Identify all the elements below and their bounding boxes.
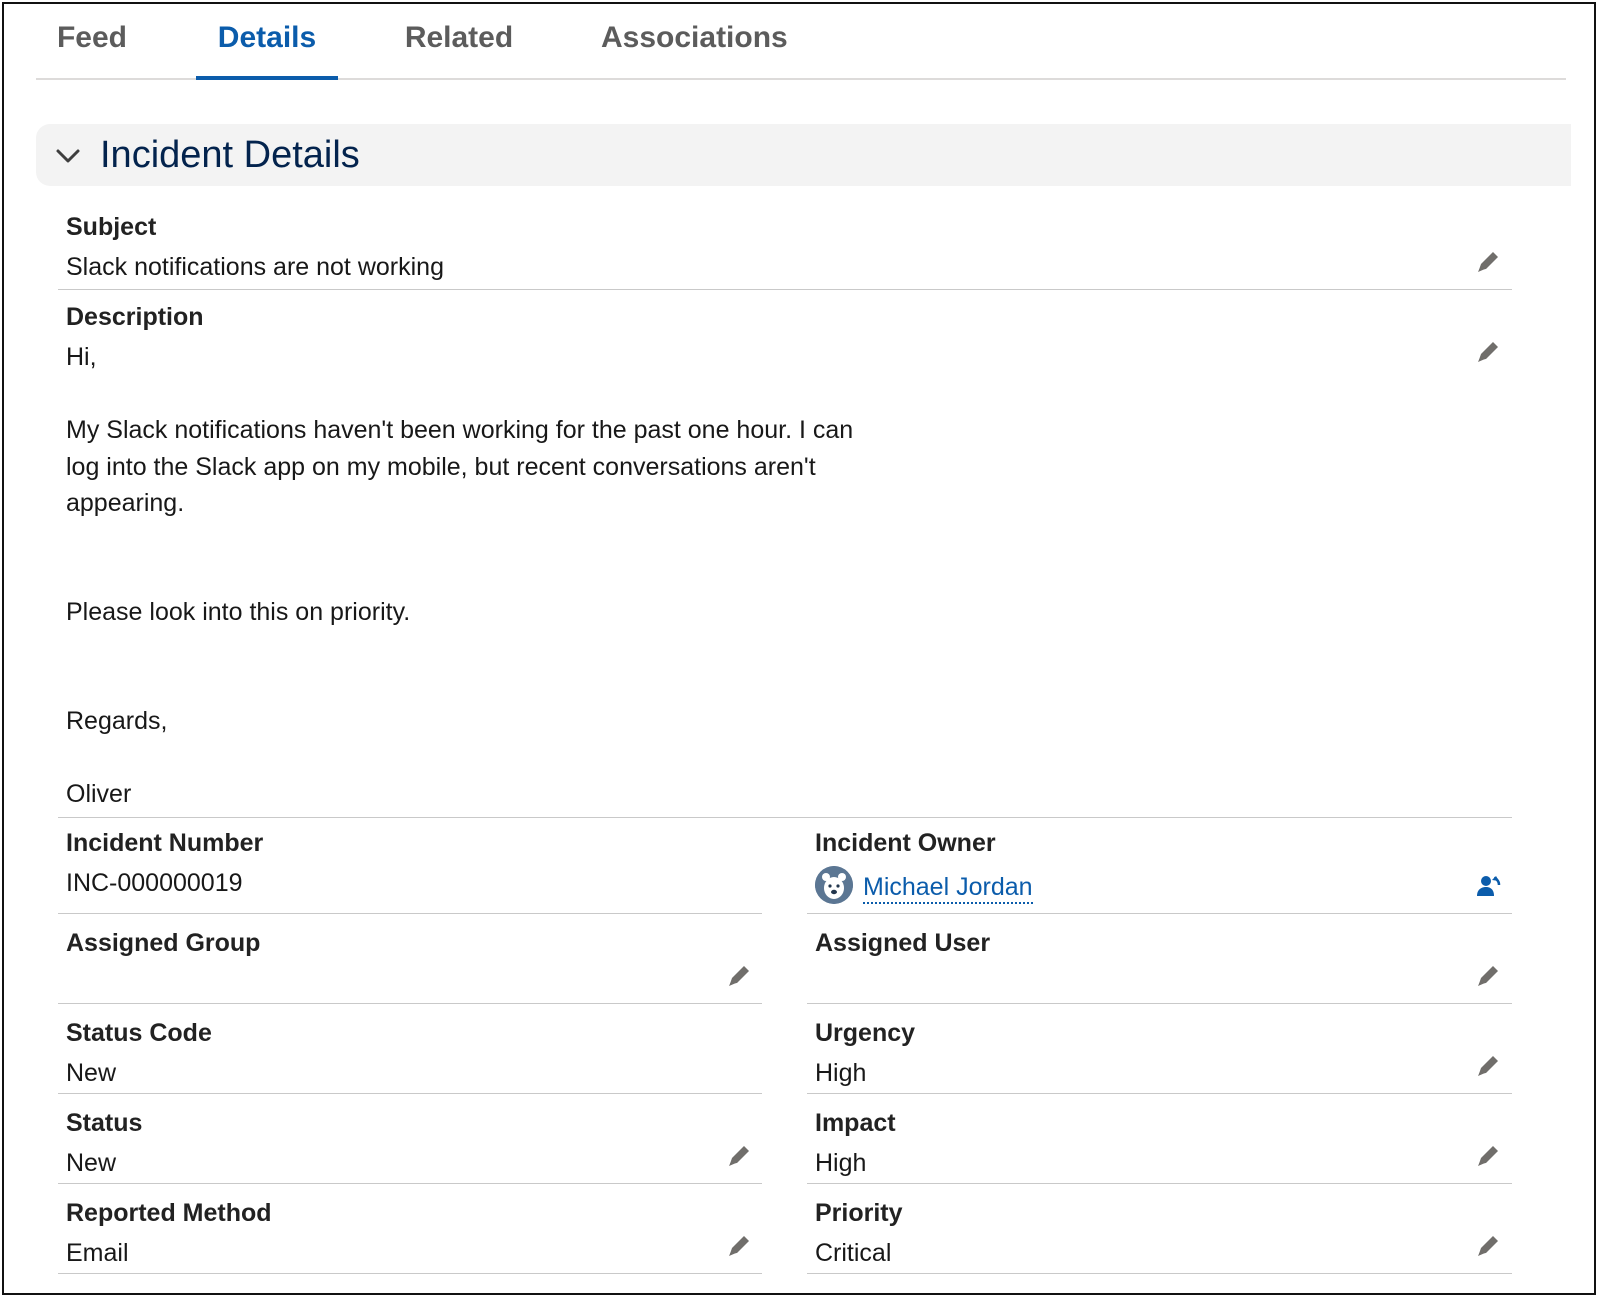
pencil-icon[interactable] <box>725 1142 753 1170</box>
pencil-icon[interactable] <box>1474 1052 1502 1080</box>
field-value: Slack notifications are not working <box>66 253 444 281</box>
field-value: INC-000000019 <box>66 869 243 897</box>
incident-details-section-header[interactable]: Incident Details <box>36 124 1571 186</box>
field-value: High <box>815 1059 867 1087</box>
tab-associations[interactable]: Associations <box>601 18 788 74</box>
tab-bar: Feed Details Related Associations <box>36 4 1566 80</box>
field-value: Email <box>66 1239 129 1267</box>
tab-feed[interactable]: Feed <box>56 18 128 74</box>
field-reported-method: Reported Method Email <box>58 1188 762 1274</box>
field-impact: Impact High <box>807 1098 1512 1184</box>
field-urgency: Urgency High <box>807 1008 1512 1094</box>
field-value: High <box>815 1149 867 1177</box>
field-incident-owner: Incident Owner Michael Jordan <box>807 822 1512 914</box>
change-owner-icon[interactable] <box>1474 872 1502 900</box>
field-status: Status New <box>58 1098 762 1184</box>
description-line: My Slack notifications haven't been work… <box>66 416 854 444</box>
pencil-icon[interactable] <box>1474 248 1502 276</box>
field-label: Incident Number <box>66 829 264 857</box>
field-value: New <box>66 1149 117 1177</box>
pencil-icon[interactable] <box>1474 1142 1502 1170</box>
description-line: log into the Slack app on my mobile, but… <box>66 453 816 481</box>
field-description: Description Hi, My Slack notifications h… <box>58 294 1512 818</box>
field-label: Urgency <box>815 1019 916 1047</box>
tab-related[interactable]: Related <box>404 18 514 74</box>
field-label: Assigned User <box>815 929 991 957</box>
field-subject: Subject Slack notifications are not work… <box>58 204 1512 290</box>
field-label: Status <box>66 1109 143 1137</box>
field-status-code: Status Code New <box>58 1008 762 1094</box>
field-label: Description <box>66 303 204 331</box>
description-line: Oliver <box>66 780 132 808</box>
incident-owner-link[interactable]: Michael Jordan <box>863 872 1033 904</box>
field-value: Critical <box>815 1239 892 1267</box>
avatar <box>815 866 853 904</box>
description-line: Hi, <box>66 343 97 371</box>
pencil-icon[interactable] <box>1474 962 1502 990</box>
field-label: Assigned Group <box>66 929 261 957</box>
field-assigned-group: Assigned Group <box>58 918 762 1004</box>
field-label: Reported Method <box>66 1199 272 1227</box>
field-label: Priority <box>815 1199 903 1227</box>
pencil-icon[interactable] <box>1474 338 1502 366</box>
field-assigned-user: Assigned User <box>807 918 1512 1004</box>
field-label: Status Code <box>66 1019 212 1047</box>
description-line: Regards, <box>66 707 168 735</box>
record-details-panel: Feed Details Related Associations Incide… <box>2 2 1596 1295</box>
description-line: appearing. <box>66 489 185 517</box>
pencil-icon[interactable] <box>725 962 753 990</box>
section-title: Incident Details <box>100 134 360 176</box>
pencil-icon[interactable] <box>725 1232 753 1260</box>
field-priority: Priority Critical <box>807 1188 1512 1274</box>
field-value: New <box>66 1059 117 1087</box>
field-label: Impact <box>815 1109 896 1137</box>
chevron-down-icon[interactable] <box>54 142 82 170</box>
pencil-icon[interactable] <box>1474 1232 1502 1260</box>
field-label: Incident Owner <box>815 829 996 857</box>
tab-details[interactable]: Details <box>196 18 338 80</box>
description-line: Please look into this on priority. <box>66 598 411 626</box>
field-label: Subject <box>66 213 157 241</box>
field-incident-number: Incident Number INC-000000019 <box>58 822 762 914</box>
